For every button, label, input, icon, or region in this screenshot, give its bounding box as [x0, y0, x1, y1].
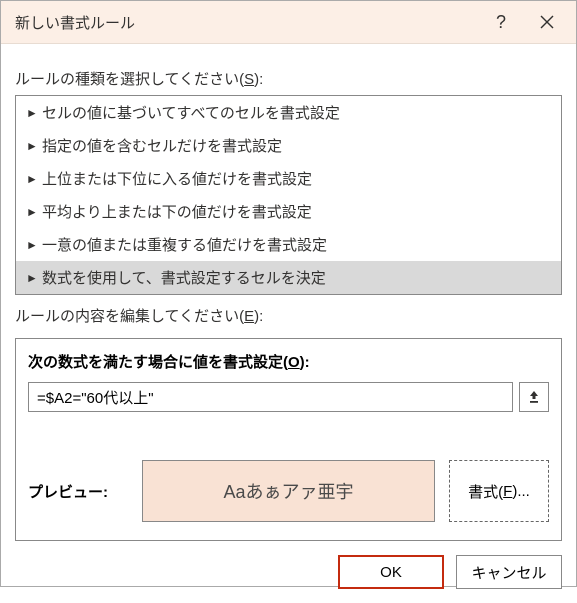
- collapse-dialog-button[interactable]: [519, 382, 549, 412]
- rule-type-item-label: 数式を使用して、書式設定するセルを決定: [42, 267, 326, 288]
- dialog-body: ルールの種類を選択してください(S): ►セルの値に基づいてすべてのセルを書式設…: [1, 44, 576, 555]
- preview-row: プレビュー: Aaあぁアァ亜宇 書式(F)...: [28, 460, 549, 522]
- edit-panel: 次の数式を満たす場合に値を書式設定(O): プレビュー: Aaあぁアァ亜宇 書式…: [15, 338, 562, 541]
- rule-type-item-label: 一意の値または重複する値だけを書式設定: [42, 234, 327, 255]
- rule-type-item[interactable]: ►一意の値または重複する値だけを書式設定: [16, 228, 561, 261]
- titlebar: 新しい書式ルール ?: [1, 1, 576, 44]
- new-formatting-rule-dialog: 新しい書式ルール ? ルールの種類を選択してください(S): ►セルの値に基づい…: [0, 0, 577, 587]
- cancel-button[interactable]: キャンセル: [456, 555, 562, 589]
- preview-sample: Aaあぁアァ亜宇: [142, 460, 435, 522]
- dialog-footer: OK キャンセル: [1, 555, 576, 603]
- format-button[interactable]: 書式(F)...: [449, 460, 549, 522]
- bullet-icon: ►: [26, 238, 42, 252]
- rule-type-item[interactable]: ►指定の値を含むセルだけを書式設定: [16, 129, 561, 162]
- rule-type-item-label: 上位または下位に入る値だけを書式設定: [42, 168, 312, 189]
- close-icon: [540, 15, 554, 29]
- formula-input[interactable]: [28, 382, 513, 412]
- rule-type-item-label: セルの値に基づいてすべてのセルを書式設定: [42, 102, 340, 123]
- bullet-icon: ►: [26, 106, 42, 120]
- rule-type-item[interactable]: ►セルの値に基づいてすべてのセルを書式設定: [16, 96, 561, 129]
- rule-type-item-label: 平均より上または下の値だけを書式設定: [42, 201, 312, 222]
- edit-label: ルールの内容を編集してください(E):: [15, 305, 562, 326]
- rule-type-item[interactable]: ►平均より上または下の値だけを書式設定: [16, 195, 561, 228]
- ok-button[interactable]: OK: [338, 555, 444, 589]
- bullet-icon: ►: [26, 205, 42, 219]
- rule-type-item[interactable]: ►上位または下位に入る値だけを書式設定: [16, 162, 561, 195]
- bullet-icon: ►: [26, 139, 42, 153]
- close-button[interactable]: [524, 1, 570, 43]
- range-select-icon: [528, 390, 540, 404]
- rule-type-item-label: 指定の値を含むセルだけを書式設定: [42, 135, 282, 156]
- bullet-icon: ►: [26, 172, 42, 186]
- rule-type-item[interactable]: ►数式を使用して、書式設定するセルを決定: [16, 261, 561, 294]
- formula-header: 次の数式を満たす場合に値を書式設定(O):: [28, 351, 549, 372]
- dialog-title: 新しい書式ルール: [15, 12, 478, 33]
- bullet-icon: ►: [26, 271, 42, 285]
- rule-type-list[interactable]: ►セルの値に基づいてすべてのセルを書式設定►指定の値を含むセルだけを書式設定►上…: [15, 95, 562, 295]
- help-button[interactable]: ?: [478, 1, 524, 43]
- formula-row: [28, 382, 549, 412]
- rule-type-label: ルールの種類を選択してください(S):: [15, 68, 562, 89]
- preview-label: プレビュー:: [28, 481, 128, 502]
